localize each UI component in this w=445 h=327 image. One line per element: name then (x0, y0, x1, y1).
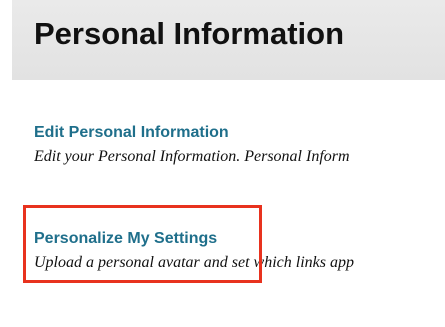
edit-personal-information-description: Edit your Personal Information. Personal… (34, 148, 350, 165)
page: Personal Information Edit Personal Infor… (0, 0, 445, 327)
section-personalize-my-settings: Personalize My Settings Upload a persona… (34, 229, 445, 273)
edit-personal-information-link[interactable]: Edit Personal Information (34, 123, 445, 143)
personalize-my-settings-description: Upload a personal avatar and set which l… (34, 254, 354, 271)
personalize-my-settings-link[interactable]: Personalize My Settings (34, 229, 445, 249)
section-edit-personal-information: Edit Personal Information Edit your Pers… (34, 123, 445, 167)
page-title: Personal Information (34, 16, 345, 51)
